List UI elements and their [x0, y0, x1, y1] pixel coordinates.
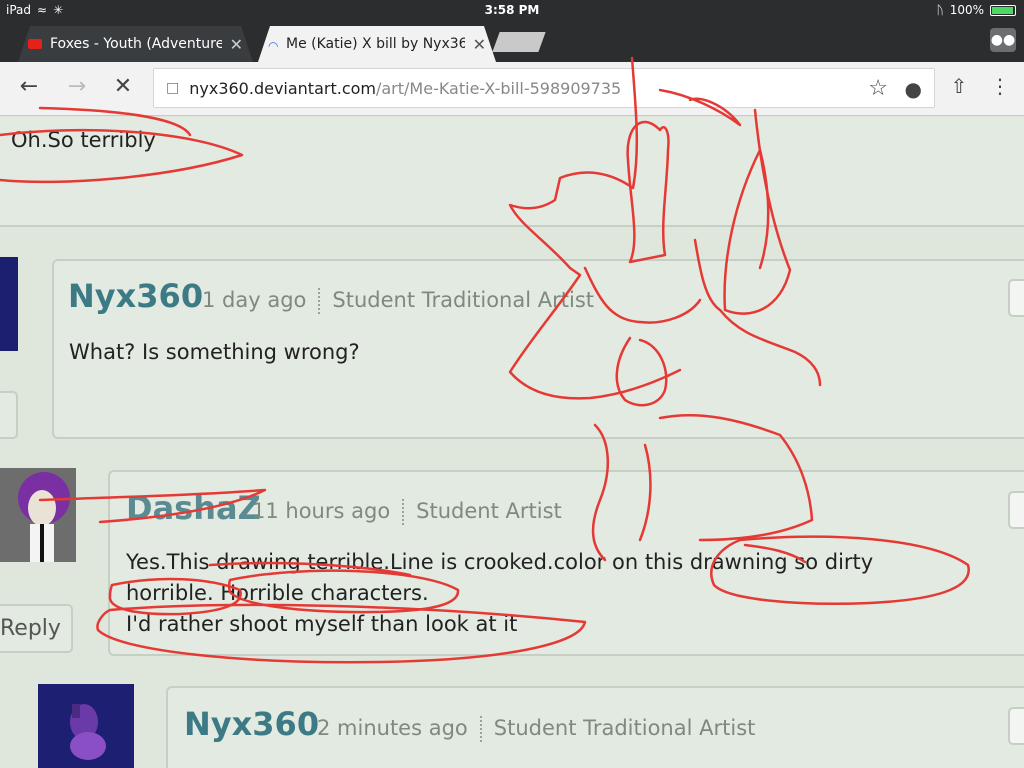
tab-title: Me (Katie) X bill by Nyx360 o [286, 36, 465, 52]
bookmark-star-icon[interactable]: ☆ [868, 76, 888, 101]
divider [402, 499, 405, 525]
comment-text-line: I'd rather shoot myself than look at it [126, 612, 518, 636]
microphone-icon[interactable]: ● [905, 77, 922, 101]
tab-deviantart[interactable]: ◠ Me (Katie) X bill by Nyx360 o ✕ [258, 26, 496, 62]
comment-options-button[interactable] [1008, 491, 1024, 529]
back-icon[interactable]: ← [14, 74, 44, 99]
comment-time[interactable]: 2 minutes ago [317, 716, 468, 740]
incognito-icon[interactable]: ●● [990, 28, 1016, 52]
close-icon[interactable]: ✕ [473, 35, 486, 54]
bluetooth-icon: ᚢ [936, 3, 944, 17]
page-content: Oh.So terribly Nyx360 1 day ago Student T… [0, 117, 1024, 768]
avatar-image [38, 684, 134, 768]
comment-options-button[interactable] [1008, 279, 1024, 317]
comment-time[interactable]: 11 hours ago [252, 499, 390, 523]
divider [318, 288, 321, 314]
status-bar: iPad ≈ ✳ 3:58 PM ᚢ 100% [0, 0, 1024, 22]
author-role: Student Artist [416, 499, 562, 523]
reply-button[interactable] [0, 391, 18, 439]
avatar[interactable] [0, 257, 18, 351]
comment-text-line: horrible. Horrible characters. [126, 581, 429, 605]
tab-youtube[interactable]: Foxes - Youth (Adventure Cl ✕ [18, 26, 253, 62]
browser-toolbar: ← → ✕ □ nyx360.deviantart.com/art/Me-Kat… [0, 62, 1024, 116]
battery-icon [990, 4, 1016, 16]
comment-time[interactable]: 1 day ago [202, 288, 306, 312]
comment-options-button[interactable] [1008, 707, 1024, 745]
battery-percent: 100% [949, 3, 984, 17]
author-role: Student Traditional Artist [332, 288, 594, 312]
close-icon[interactable]: ✕ [230, 35, 243, 54]
page-icon: □ [166, 80, 180, 96]
divider [479, 716, 482, 742]
reply-button[interactable]: Reply [0, 604, 73, 653]
comment-author[interactable]: Nyx360 [184, 705, 319, 743]
comment-text-line: Yes.This drawing terrible.Line is crooke… [126, 550, 874, 574]
avatar[interactable] [0, 468, 76, 562]
menu-icon[interactable]: ⋮ [985, 74, 1015, 98]
avatar-image [0, 468, 76, 562]
youtube-icon [28, 39, 42, 49]
url-path: /art/Me-Katie-X-bill-598909735 [375, 78, 622, 98]
url-host: nyx360.deviantart.com [189, 78, 376, 98]
forward-icon[interactable]: → [62, 74, 92, 99]
loading-icon: ◠ [268, 39, 279, 53]
stop-icon[interactable]: ✕ [108, 74, 138, 99]
new-tab-button[interactable] [492, 32, 546, 52]
comment-text: Oh.So terribly [11, 128, 156, 152]
comment-author[interactable]: Nyx360 [68, 277, 203, 315]
avatar[interactable] [38, 684, 134, 768]
author-role: Student Traditional Artist [493, 716, 756, 740]
comment-author[interactable]: DashaZ [126, 489, 261, 527]
tab-title: Foxes - Youth (Adventure Cl [50, 36, 222, 52]
address-bar[interactable]: □ nyx360.deviantart.com/art/Me-Katie-X-b… [153, 68, 935, 108]
share-icon[interactable]: ⇧ [944, 74, 974, 98]
clock: 3:58 PM [484, 3, 540, 17]
comment-text: What? Is something wrong? [69, 340, 360, 364]
